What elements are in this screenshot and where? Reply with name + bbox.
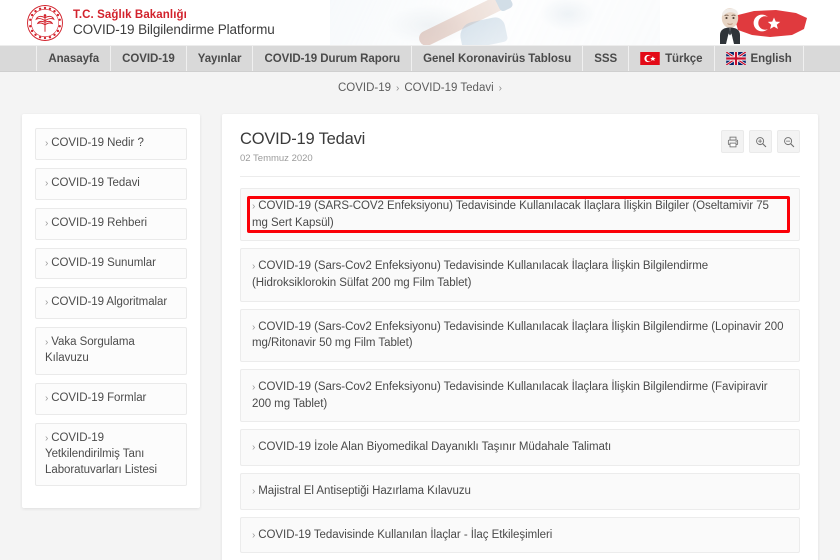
page-date: 02 Temmuz 2020: [240, 153, 313, 164]
chevron-right-icon: ›: [45, 337, 49, 349]
breadcrumb-separator: ›: [396, 82, 400, 94]
nav-item-turkce[interactable]: Türkçe: [629, 46, 715, 71]
magnifier-minus-icon: [783, 136, 794, 147]
document-item-hidroksiklorokin[interactable]: › COVID-19 (Sars-Cov2 Enfeksiyonu) Tedavi…: [240, 248, 800, 302]
nav-item-anasayfa[interactable]: Anasayfa: [36, 46, 112, 71]
turkey-flag-icon: [640, 52, 660, 65]
sidebar-item-covid-19-formlar[interactable]: › COVID-19 Formlar: [35, 383, 187, 415]
chevron-right-icon: ›: [252, 382, 256, 394]
chevron-right-icon: ›: [252, 529, 256, 541]
chevron-right-icon: ›: [45, 217, 49, 229]
sidebar-item-vaka-sorgulama-kilavuzu[interactable]: › Vaka Sorgulama Kılavuzu: [35, 327, 187, 376]
nav-item-yayinlar[interactable]: Yayınlar: [187, 46, 254, 71]
ataturk-portrait-turkey-flag-icon: [720, 8, 807, 44]
content-title-block: COVID-19 Tedavi 02 Temmuz 2020: [240, 130, 365, 164]
chevron-right-icon: ›: [252, 261, 256, 273]
breadcrumb-separator: ›: [498, 82, 502, 94]
chevron-right-icon: ›: [45, 138, 49, 149]
nav-label: Yayınlar: [197, 52, 242, 65]
sidebar-item-covid-19-nedir[interactable]: › COVID-19 Nedir ?: [35, 128, 187, 160]
nav-label: COVID-19 Durum Raporu: [264, 52, 401, 65]
nav-item-genel-koronavirus-tablosu[interactable]: Genel Koronavirüs Tablosu: [412, 46, 584, 71]
chevron-right-icon: ›: [45, 393, 49, 405]
sidebar-item-label: COVID-19 Rehberi: [51, 216, 147, 229]
document-item-label: Majistral El Antiseptiği Hazırlama Kılav…: [258, 485, 471, 498]
sidebar-item-label: COVID-19 Formlar: [51, 392, 147, 405]
nav-item-english[interactable]: English: [715, 46, 804, 71]
document-item-lopinavir-ritonavir[interactable]: › COVID-19 (Sars-Cov2 Enfeksiyonu) Tedavi…: [240, 308, 800, 363]
brand-ministry-name: T.C. Sağlık Bakanlığı: [73, 9, 187, 21]
zoom-in-button[interactable]: [749, 130, 772, 153]
document-item-majistral-el-antiseptigi[interactable]: › Majistral El Antiseptiği Hazırlama Kıla…: [240, 473, 800, 510]
page-title: COVID-19 Tedavi: [240, 130, 366, 148]
content-header: COVID-19 Tedavi 02 Temmuz 2020: [240, 130, 800, 164]
nav-label: Türkçe: [665, 52, 703, 65]
nav-label: English: [750, 52, 792, 65]
sidebar-menu: › COVID-19 Nedir ? › COVID-19 Tedavi › COVI…: [22, 114, 200, 509]
chevron-right-icon: ›: [252, 486, 256, 498]
document-item-label: COVID-19 (Sars-Cov2 Enfeksiyonu) Tedavis…: [252, 320, 784, 350]
nav-label: Genel Koronavirüs Tablosu: [423, 52, 572, 65]
site-header: T.C. Sağlık Bakanlığı COVID-19 Bilgilend…: [0, 0, 840, 46]
zoom-out-button[interactable]: [777, 130, 800, 153]
sidebar-item-covid-19-rehberi[interactable]: › COVID-19 Rehberi: [35, 207, 187, 240]
chevron-right-icon: ›: [45, 257, 49, 269]
chevron-right-icon: ›: [45, 177, 49, 189]
page-body: › COVID-19 Nedir ? › COVID-19 Tedavi › COVI…: [0, 104, 840, 560]
chevron-right-icon: ›: [252, 201, 256, 212]
chevron-right-icon: ›: [252, 321, 256, 333]
main-navigation: Anasayfa COVID-19 Yayınlar COVID-19 Duru…: [0, 46, 840, 72]
health-ministry-emblem-icon: [27, 5, 63, 41]
print-button[interactable]: [721, 130, 744, 153]
sidebar-item-label: COVID-19 Sunumlar: [51, 256, 156, 269]
sidebar-item-label: COVID-19 Nedir ?: [51, 137, 144, 149]
magnifier-plus-icon: [755, 136, 766, 147]
nav-item-durum-raporu[interactable]: COVID-19 Durum Raporu: [253, 46, 413, 71]
chevron-right-icon: ›: [252, 442, 256, 454]
sidebar-item-label: COVID-19 Algoritmalar: [51, 296, 168, 309]
printer-icon: [727, 136, 738, 147]
document-item-oseltamivir[interactable]: › COVID-19 (SARS-COV2 Enfeksiyonu) Tedavi…: [240, 188, 800, 242]
uk-flag-icon: [725, 52, 746, 65]
breadcrumb: COVID-19 › COVID-19 Tedavi ›: [0, 72, 840, 104]
brand-logo[interactable]: T.C. Sağlık Bakanlığı COVID-19 Bilgilend…: [26, 4, 275, 42]
sidebar-item-covid-19-sunumlar[interactable]: › COVID-19 Sunumlar: [35, 247, 187, 280]
sidebar-item-yetkilendirilmis-tani-laboratuvarlari[interactable]: › COVID-19 Yetkilendirilmiş Tanı Laboratu…: [35, 422, 187, 487]
sidebar-item-label: COVID-19 Yetkilendirilmiş Tanı Laboratuv…: [45, 431, 157, 476]
header-divider: [240, 176, 800, 177]
document-item-label: COVID-19 (Sars-Cov2 Enfeksiyonu) Tedavis…: [252, 260, 709, 290]
content-card: COVID-19 Tedavi 02 Temmuz 2020 › COVID-1…: [222, 114, 818, 560]
document-item-izole-alan-biyomedikal[interactable]: › COVID-19 İzole Alan Biyomedikal Dayanık…: [240, 429, 800, 467]
sidebar-item-covid-19-algoritmalar[interactable]: › COVID-19 Algoritmalar: [35, 287, 187, 320]
document-item-ilac-etkilesimleri[interactable]: › COVID-19 Tedavisinde Kullanılan İlaçlar…: [240, 516, 800, 554]
sidebar-item-label: Vaka Sorgulama Kılavuzu: [45, 336, 135, 365]
nav-label: SSS: [594, 52, 618, 65]
document-item-label: COVID-19 Tedavisinde Kullanılan İlaçlar …: [258, 528, 553, 541]
chevron-right-icon: ›: [45, 297, 49, 309]
document-list: › COVID-19 (SARS-COV2 Enfeksiyonu) Tedavi…: [240, 188, 800, 560]
breadcrumb-item-covid-19-tedavi[interactable]: COVID-19 Tedavi: [404, 82, 493, 94]
document-item-favipiravir[interactable]: › COVID-19 (Sars-Cov2 Enfeksiyonu) Tedavi…: [240, 369, 800, 423]
nav-item-sss[interactable]: SSS: [583, 46, 630, 71]
nav-item-covid-19[interactable]: COVID-19: [111, 46, 187, 71]
brand-platform-name: COVID-19 Bilgilendirme Platformu: [73, 21, 275, 37]
sidebar-item-covid-19-tedavi[interactable]: › COVID-19 Tedavi: [35, 167, 187, 200]
nav-label: COVID-19: [122, 52, 175, 65]
breadcrumb-item-covid-19[interactable]: COVID-19: [338, 82, 391, 94]
document-item-label: COVID-19 (SARS-COV2 Enfeksiyonu) Tedavis…: [252, 200, 769, 229]
chevron-right-icon: ›: [45, 432, 49, 444]
document-item-label: COVID-19 İzole Alan Biyomedikal Dayanıkl…: [258, 441, 612, 454]
document-item-label: COVID-19 (Sars-Cov2 Enfeksiyonu) Tedavis…: [252, 381, 768, 410]
content-tool-buttons: [721, 130, 800, 153]
sidebar-item-label: COVID-19 Tedavi: [51, 176, 140, 189]
nav-label: Anasayfa: [48, 52, 100, 65]
